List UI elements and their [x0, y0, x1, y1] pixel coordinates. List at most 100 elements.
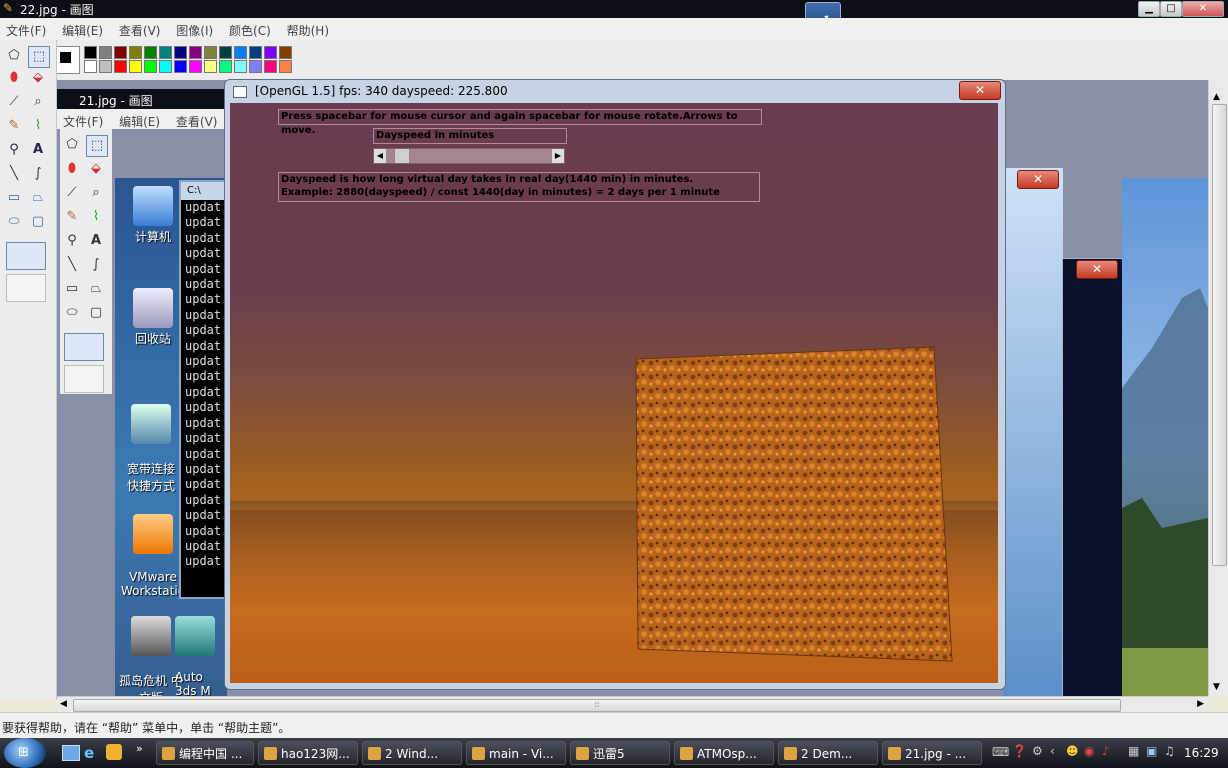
scroll-up-arrow-icon[interactable]: ▲ — [1213, 92, 1220, 102]
vertical-scrollbar[interactable]: ▲ ▼ — [1208, 80, 1228, 696]
minimize-button[interactable]: ▁ — [1138, 1, 1160, 17]
tray-help-icon[interactable]: ❓ — [1012, 744, 1027, 758]
close-button[interactable]: ✕ — [1182, 1, 1224, 17]
polygon-icon[interactable]: ⏢ — [28, 188, 48, 208]
palette-swatch[interactable] — [129, 46, 142, 59]
fill-icon[interactable]: ⬙ — [28, 68, 48, 88]
taskbar-button[interactable]: 2 Wind... — [362, 741, 462, 765]
tray-antivirus-icon[interactable]: ◉ — [1084, 744, 1094, 758]
inner-text-icon[interactable]: A — [86, 231, 106, 251]
palette-swatch[interactable] — [99, 46, 112, 59]
palette-swatch[interactable] — [279, 46, 292, 59]
eraser-icon[interactable]: ⬮ — [4, 68, 24, 88]
palette-swatch[interactable] — [234, 46, 247, 59]
palette-swatch[interactable] — [219, 60, 232, 73]
palette-swatch[interactable] — [189, 46, 202, 59]
tray-display-icon[interactable]: ▣ — [1146, 744, 1157, 758]
palette-swatch[interactable] — [174, 46, 187, 59]
opengl-viewport[interactable]: Press spacebar for mouse cursor and agai… — [230, 103, 998, 683]
vertical-scroll-thumb[interactable] — [1212, 104, 1227, 566]
airbrush-icon[interactable]: ⚲ — [4, 140, 24, 160]
rounded-rect-icon[interactable]: ▢ — [28, 212, 48, 232]
tray-network-icon[interactable]: ▦ — [1128, 744, 1139, 758]
color-picker-icon[interactable]: ⟋ — [4, 92, 24, 112]
transparent-option-icon[interactable] — [6, 274, 46, 302]
current-color-box[interactable] — [56, 46, 80, 74]
palette-swatch[interactable] — [84, 60, 97, 73]
tray-keyboard-icon[interactable]: ⌨ — [992, 745, 1009, 759]
rect-select-icon[interactable]: ⬚ — [28, 46, 50, 68]
inner-airbrush-icon[interactable]: ⚲ — [62, 231, 82, 251]
palette-swatch[interactable] — [249, 60, 262, 73]
tray-qq-icon[interactable]: ☻ — [1066, 744, 1079, 758]
taskbar-button[interactable]: 2 Dem... — [778, 741, 878, 765]
bg-window-2-close-button[interactable]: ✕ — [1076, 260, 1118, 279]
dayspeed-slider[interactable]: ◀ ▶ — [373, 148, 565, 164]
inner-opaque-option-icon[interactable] — [64, 333, 104, 361]
quick-launch-ie-icon[interactable]: e — [84, 744, 94, 762]
text-icon[interactable]: A — [28, 140, 48, 160]
palette-swatch[interactable] — [144, 46, 157, 59]
quick-launch-media-icon[interactable] — [106, 744, 122, 760]
inner-ellipse-icon[interactable]: ⬭ — [62, 303, 82, 323]
line-icon[interactable]: ╲ — [4, 164, 24, 184]
opaque-option-icon[interactable] — [6, 242, 46, 270]
palette-swatch[interactable] — [249, 46, 262, 59]
palette-swatch[interactable] — [159, 60, 172, 73]
inner-pencil-icon[interactable]: ✎ — [62, 207, 82, 227]
scroll-left-arrow-icon[interactable]: ◀ — [60, 699, 67, 709]
menu-help[interactable]: 帮助(H) — [281, 20, 335, 41]
menu-edit[interactable]: 编辑(E) — [56, 20, 109, 41]
palette-swatch[interactable] — [264, 60, 277, 73]
tray-options-icon[interactable]: ⚙ — [1032, 744, 1043, 758]
palette-swatch[interactable] — [174, 60, 187, 73]
palette-swatch[interactable] — [129, 60, 142, 73]
palette-swatch[interactable] — [144, 60, 157, 73]
desktop-icon-3dsmax[interactable]: Auto 3ds M — [175, 602, 225, 698]
inner-menu-edit[interactable]: 编辑(E) — [113, 111, 166, 132]
inner-rounded-rect-icon[interactable]: ▢ — [86, 303, 106, 323]
tray-music-icon[interactable]: ♪ — [1102, 744, 1110, 758]
opengl-close-button[interactable]: ✕ — [959, 81, 1001, 100]
inner-eraser-icon[interactable]: ⬮ — [62, 159, 82, 179]
palette-swatch[interactable] — [204, 60, 217, 73]
tray-expand-icon[interactable]: ‹ — [1050, 744, 1055, 758]
inner-menu-view[interactable]: 查看(V) — [170, 111, 224, 132]
menu-view[interactable]: 查看(V) — [113, 20, 167, 41]
background-window-1[interactable]: ✕ — [1003, 168, 1063, 696]
palette-swatch[interactable] — [234, 60, 247, 73]
menu-colors[interactable]: 颜色(C) — [223, 20, 277, 41]
palette-swatch[interactable] — [264, 46, 277, 59]
quick-launch-show-desktop-icon[interactable] — [62, 745, 80, 761]
palette-swatch[interactable] — [279, 60, 292, 73]
inner-magnifier-icon[interactable]: ⌕ — [86, 183, 106, 203]
palette-swatch[interactable] — [114, 60, 127, 73]
background-window-2[interactable]: ✕ — [1062, 258, 1124, 698]
scroll-down-arrow-icon[interactable]: ▼ — [1213, 682, 1220, 692]
slider-right-arrow-icon[interactable]: ▶ — [552, 149, 564, 163]
brush-icon[interactable]: ⌇ — [28, 116, 48, 136]
menu-file[interactable]: 文件(F) — [0, 20, 52, 41]
slider-thumb[interactable] — [393, 149, 410, 163]
tray-volume-icon[interactable]: ♫ — [1164, 744, 1175, 758]
inner-rectangle-icon[interactable]: ▭ — [62, 279, 82, 299]
palette-swatch[interactable] — [84, 46, 97, 59]
inner-polygon-icon[interactable]: ⏢ — [86, 279, 106, 299]
palette-swatch[interactable] — [204, 46, 217, 59]
taskbar-button[interactable]: 迅雷5 — [570, 741, 670, 765]
taskbar-button[interactable]: 编程中国 ... — [156, 741, 254, 765]
horizontal-scrollbar[interactable]: ◀ ⦙⦙⦙ ▶ — [57, 696, 1208, 713]
start-button[interactable]: ⊞ — [4, 738, 46, 768]
magnifier-icon[interactable]: ⌕ — [28, 92, 48, 112]
pencil-icon[interactable]: ✎ — [4, 116, 24, 136]
palette-swatch[interactable] — [219, 46, 232, 59]
palette-swatch[interactable] — [189, 60, 202, 73]
taskbar-button[interactable]: main - Vi... — [466, 741, 566, 765]
inner-curve-icon[interactable]: ∫ — [86, 255, 106, 275]
inner-fill-icon[interactable]: ⬙ — [86, 159, 106, 179]
palette-swatch[interactable] — [99, 60, 112, 73]
slider-left-arrow-icon[interactable]: ◀ — [374, 149, 386, 163]
maximize-button[interactable]: □ — [1160, 1, 1182, 17]
inner-rect-select-icon[interactable]: ⬚ — [86, 135, 108, 157]
bg-window-1-close-button[interactable]: ✕ — [1017, 170, 1059, 189]
